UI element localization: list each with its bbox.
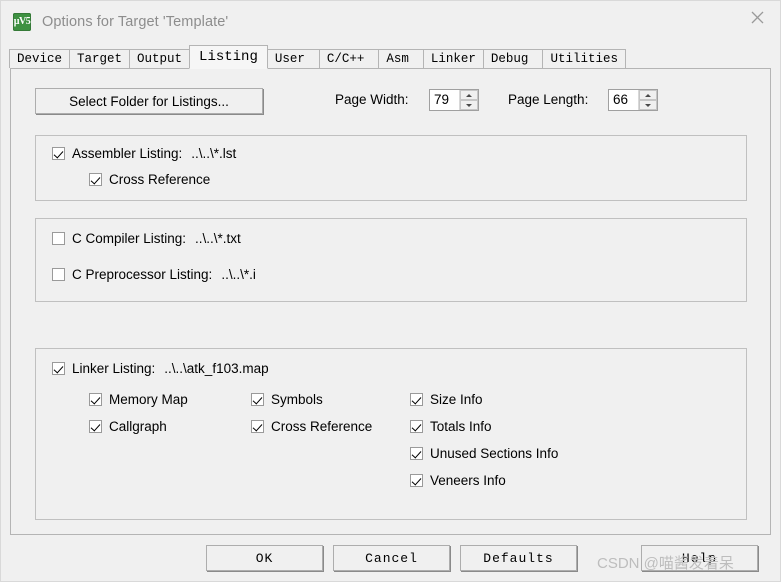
close-icon[interactable] <box>734 1 780 33</box>
symbols-label: Symbols <box>271 392 323 407</box>
tab-device-label: Device <box>17 52 63 66</box>
size-info-checkbox[interactable] <box>410 393 423 406</box>
totals-info-label: Totals Info <box>430 419 492 434</box>
page-width-spin-up-icon[interactable] <box>460 90 478 100</box>
page-length-stepper[interactable] <box>608 89 658 111</box>
select-folder-for-listings-button[interactable]: Select Folder for Listings... <box>35 88 263 114</box>
assembler-cross-reference-label: Cross Reference <box>109 172 211 187</box>
tab-user[interactable]: User <box>266 49 320 68</box>
c-preprocessor-listing-checkbox[interactable] <box>52 268 65 281</box>
symbols-checkbox[interactable] <box>251 393 264 406</box>
assembler-cross-reference-row[interactable]: Cross Reference <box>89 172 210 187</box>
tab-user-label: User <box>274 52 305 66</box>
unused-sections-info-row[interactable]: Unused Sections Info <box>410 446 558 461</box>
page-width-label: Page Width: <box>335 92 409 107</box>
c-preprocessor-listing-row[interactable]: C Preprocessor Listing: ..\..\*.i <box>52 267 256 282</box>
tab-c-cpp[interactable]: C/C++ <box>318 49 380 68</box>
tab-c-cpp-label: C/C++ <box>326 52 365 66</box>
defaults-button-label: Defaults <box>483 550 554 566</box>
c-compiler-listing-checkbox[interactable] <box>52 232 65 245</box>
tab-debug[interactable]: Debug <box>482 49 544 68</box>
select-folder-label: Select Folder for Listings... <box>69 93 229 109</box>
linker-listing-label: Linker Listing: <box>72 361 156 376</box>
assembler-listing-label: Assembler Listing: <box>72 146 183 161</box>
tab-utilities[interactable]: Utilities <box>542 49 626 68</box>
tab-debug-label: Debug <box>490 52 529 66</box>
size-info-row[interactable]: Size Info <box>410 392 483 407</box>
help-button[interactable]: Help <box>641 545 758 571</box>
tab-device[interactable]: Device <box>9 49 71 68</box>
cancel-button-label: Cancel <box>365 550 418 566</box>
page-length-spin-buttons <box>638 90 657 110</box>
linker-listing-path: ..\..\atk_f103.map <box>164 361 269 376</box>
page-width-input[interactable] <box>430 90 459 110</box>
dialog-button-bar: OK Cancel Defaults Help CSDN @喵酱发着呆 <box>1 535 780 581</box>
tab-asm[interactable]: Asm <box>378 49 424 68</box>
c-compiler-listing-path: ..\..\*.txt <box>195 231 241 246</box>
assembler-listing-group: Assembler Listing: ..\..\*.lst Cross Ref… <box>35 135 747 201</box>
c-preprocessor-listing-label: C Preprocessor Listing: <box>72 267 213 282</box>
tab-utilities-label: Utilities <box>550 52 618 66</box>
page-length-spin-up-icon[interactable] <box>639 90 657 100</box>
c-preprocessor-listing-path: ..\..\*.i <box>221 267 256 282</box>
linker-cross-reference-label: Cross Reference <box>271 419 373 434</box>
tab-target-label: Target <box>77 52 123 66</box>
size-info-label: Size Info <box>430 392 483 407</box>
cancel-button[interactable]: Cancel <box>333 545 450 571</box>
veneers-info-label: Veneers Info <box>430 473 506 488</box>
veneers-info-row[interactable]: Veneers Info <box>410 473 506 488</box>
linker-listing-checkbox[interactable] <box>52 362 65 375</box>
ok-button[interactable]: OK <box>206 545 323 571</box>
veneers-info-checkbox[interactable] <box>410 474 423 487</box>
tab-asm-label: Asm <box>386 52 409 66</box>
c-listing-group: C Compiler Listing: ..\..\*.txt C Prepro… <box>35 218 747 302</box>
page-length-spin-down-icon[interactable] <box>639 100 657 110</box>
callgraph-label: Callgraph <box>109 419 167 434</box>
tab-listing-label: Listing <box>199 49 258 65</box>
unused-sections-info-label: Unused Sections Info <box>430 446 559 461</box>
memory-map-label: Memory Map <box>109 392 188 407</box>
linker-cross-reference-checkbox[interactable] <box>251 420 264 433</box>
options-dialog: µV5 Options for Target 'Template' Device… <box>0 0 781 582</box>
c-compiler-listing-row[interactable]: C Compiler Listing: ..\..\*.txt <box>52 231 241 246</box>
page-width-spin-down-icon[interactable] <box>460 100 478 110</box>
keil-uvision5-icon: µV5 <box>13 12 31 31</box>
page-length-label: Page Length: <box>508 92 589 107</box>
linker-listing-row[interactable]: Linker Listing: ..\..\atk_f103.map <box>52 361 269 376</box>
tab-target[interactable]: Target <box>69 49 131 68</box>
totals-info-row[interactable]: Totals Info <box>410 419 492 434</box>
memory-map-checkbox[interactable] <box>89 393 102 406</box>
options-tabs: Device Target Output Listing User C/C++ … <box>9 44 780 69</box>
tab-listing[interactable]: Listing <box>189 45 268 69</box>
totals-info-checkbox[interactable] <box>410 420 423 433</box>
defaults-button[interactable]: Defaults <box>460 545 577 571</box>
listing-toolbar: Select Folder for Listings... Page Width… <box>11 88 770 118</box>
tab-output-label: Output <box>137 52 183 66</box>
page-width-spin-buttons <box>459 90 478 110</box>
page-width-stepper[interactable] <box>429 89 479 111</box>
assembler-cross-reference-checkbox[interactable] <box>89 173 102 186</box>
assembler-listing-checkbox[interactable] <box>52 147 65 160</box>
assembler-listing-row[interactable]: Assembler Listing: ..\..\*.lst <box>52 146 236 161</box>
ok-button-label: OK <box>255 550 274 566</box>
tab-linker[interactable]: Linker <box>422 49 484 68</box>
tab-output[interactable]: Output <box>129 49 191 68</box>
assembler-listing-path: ..\..\*.lst <box>191 146 237 161</box>
window-title: Options for Target 'Template' <box>42 13 229 30</box>
help-button-label: Help <box>681 550 718 566</box>
tab-linker-label: Linker <box>430 52 476 66</box>
symbols-row[interactable]: Symbols <box>251 392 323 407</box>
unused-sections-info-checkbox[interactable] <box>410 447 423 460</box>
listing-tab-panel: Select Folder for Listings... Page Width… <box>10 68 771 535</box>
page-length-input[interactable] <box>609 90 638 110</box>
linker-cross-reference-row[interactable]: Cross Reference <box>251 419 372 434</box>
linker-listing-group: Linker Listing: ..\..\atk_f103.map Memor… <box>35 348 747 520</box>
callgraph-row[interactable]: Callgraph <box>89 419 167 434</box>
app-icon-glyph: µV5 <box>13 15 31 27</box>
memory-map-row[interactable]: Memory Map <box>89 392 188 407</box>
callgraph-checkbox[interactable] <box>89 420 102 433</box>
title-bar: µV5 Options for Target 'Template' <box>1 1 780 42</box>
c-compiler-listing-label: C Compiler Listing: <box>72 231 187 246</box>
